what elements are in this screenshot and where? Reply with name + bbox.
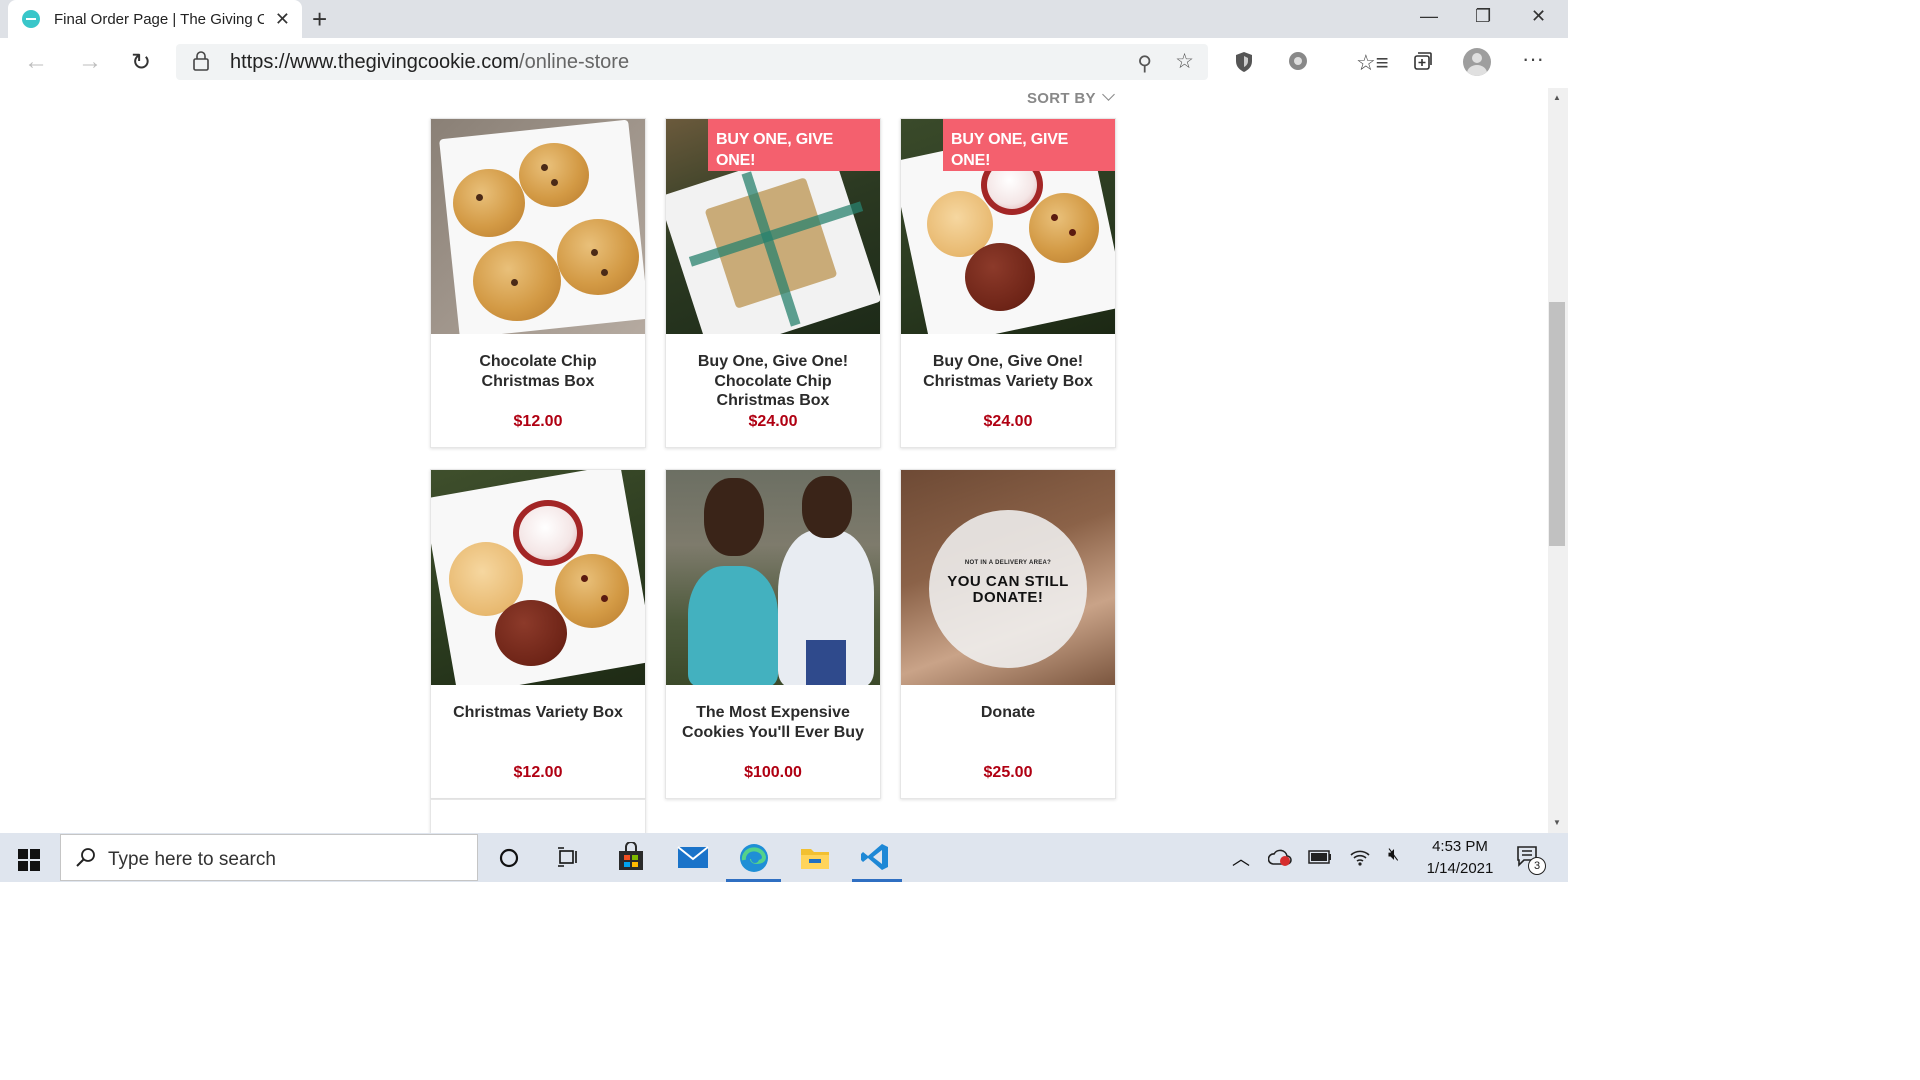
vscode-active-indicator — [852, 879, 902, 882]
product-card[interactable]: Christmas Variety Box $12.00 — [430, 469, 646, 799]
shield-extension-icon[interactable] — [1233, 50, 1255, 74]
back-arrow-icon[interactable]: ← — [24, 48, 48, 76]
tab-title: Final Order Page | The Giving Co — [54, 10, 264, 28]
product-name[interactable]: Donate — [909, 703, 1107, 723]
scroll-up-icon[interactable]: ▲ — [1553, 93, 1561, 102]
cortana-icon[interactable] — [498, 847, 520, 869]
product-name[interactable]: Buy One, Give One! Chocolate Chip Christ… — [674, 352, 872, 411]
show-hidden-icons-icon[interactable]: ︿ — [1232, 845, 1250, 871]
product-card[interactable]: The Most Expensive Cookies You'll Ever B… — [665, 469, 881, 799]
scroll-down-icon[interactable]: ▼ — [1553, 818, 1561, 827]
product-name[interactable]: Chocolate Chip Christmas Box — [439, 352, 637, 391]
address-bar[interactable]: https://www.thegivingcookie.com/online-s… — [176, 44, 1208, 80]
mail-icon[interactable] — [677, 844, 709, 870]
store-icon[interactable] — [616, 842, 646, 872]
favorites-list-icon[interactable]: ☆≡ — [1356, 50, 1389, 76]
promo-badge: BUY ONE, GIVE ONE! — [708, 119, 880, 171]
browser-tab-active[interactable]: Final Order Page | The Giving Co ✕ — [8, 0, 302, 38]
chevron-down-icon — [1101, 88, 1115, 101]
file-explorer-icon[interactable] — [800, 845, 830, 871]
url-text: https://www.thegivingcookie.com/online-s… — [230, 51, 630, 73]
windows-start-icon[interactable] — [18, 849, 40, 871]
refresh-icon[interactable]: ↻ — [131, 48, 151, 77]
new-tab-icon[interactable]: + — [312, 4, 327, 35]
vscode-icon[interactable] — [860, 842, 890, 872]
product-card[interactable]: Chocolate Chip Christmas Box $12.00 — [430, 118, 646, 448]
product-card[interactable]: BUY ONE, GIVE ONE! Buy One, Give One! Ch… — [900, 118, 1116, 448]
product-price: $25.00 — [983, 764, 1033, 781]
clock-time[interactable]: 4:53 PM — [1420, 838, 1500, 855]
product-name[interactable]: The Most Expensive Cookies You'll Ever B… — [674, 703, 872, 742]
product-price: $24.00 — [983, 413, 1033, 430]
battery-icon[interactable] — [1308, 850, 1332, 864]
product-image[interactable] — [431, 470, 645, 685]
scroll-thumb[interactable] — [1549, 302, 1565, 546]
product-image[interactable]: BUY ONE, GIVE ONE! — [901, 119, 1115, 334]
more-menu-icon[interactable]: ··· — [1522, 46, 1544, 72]
page-scrollbar[interactable]: ▲ ▼ — [1548, 88, 1568, 833]
product-image[interactable]: BUY ONE, GIVE ONE! — [666, 119, 880, 334]
donate-graphic: NOT IN A DELIVERY AREA? YOU CAN STILL DO… — [929, 510, 1087, 668]
address-toolbar: ← → ↻ https://www.thegivingcookie.com/on… — [0, 38, 1568, 89]
notification-count-badge: 3 — [1528, 857, 1546, 875]
volume-muted-icon[interactable]: 🔇︎ — [1388, 844, 1399, 865]
page-content: SORT BY Chocolate Chip Christmas Box $12… — [0, 88, 1548, 833]
clock-date[interactable]: 1/14/2021 — [1420, 860, 1500, 877]
edge-browser-icon[interactable] — [738, 842, 770, 874]
product-card[interactable]: NOT IN A DELIVERY AREA? YOU CAN STILL DO… — [900, 469, 1116, 799]
zoom-search-icon[interactable]: ⚲ — [1137, 51, 1152, 76]
product-price: $100.00 — [744, 764, 802, 781]
edge-active-indicator — [726, 879, 781, 882]
promo-badge: BUY ONE, GIVE ONE! — [943, 119, 1115, 171]
lock-icon — [193, 51, 209, 71]
search-placeholder: Type here to search — [108, 849, 276, 870]
collections-icon[interactable] — [1411, 50, 1433, 72]
task-view-icon[interactable] — [556, 846, 580, 870]
product-card[interactable]: BUY ONE, GIVE ONE! Buy One, Give One! Ch… — [665, 118, 881, 448]
tab-strip: Final Order Page | The Giving Co ✕ + — ❐… — [0, 0, 1568, 38]
product-image[interactable] — [666, 470, 880, 685]
onedrive-icon[interactable] — [1268, 848, 1292, 866]
product-card-partial[interactable] — [430, 799, 646, 833]
windows-taskbar: Type here to search ︿ 🔇︎ 4:53 PM 1/14/20… — [0, 833, 1568, 882]
forward-arrow-icon[interactable]: → — [78, 48, 102, 76]
gear-extension-icon[interactable] — [1287, 50, 1309, 72]
sort-by-dropdown[interactable]: SORT BY — [1027, 88, 1115, 107]
minimize-icon[interactable]: — — [1420, 6, 1438, 27]
favorite-star-icon[interactable]: ☆ — [1175, 49, 1194, 74]
product-price: $12.00 — [513, 413, 563, 430]
site-favicon-icon — [22, 10, 40, 28]
wifi-icon[interactable] — [1349, 847, 1371, 867]
restore-icon[interactable]: ❐ — [1475, 6, 1491, 27]
taskbar-search-box[interactable]: Type here to search — [60, 834, 478, 881]
close-tab-icon[interactable]: ✕ — [275, 9, 290, 30]
product-price: $24.00 — [748, 413, 798, 430]
product-image[interactable] — [431, 119, 645, 334]
product-price: $12.00 — [513, 764, 563, 781]
product-image[interactable]: NOT IN A DELIVERY AREA? YOU CAN STILL DO… — [901, 470, 1115, 685]
product-name[interactable]: Buy One, Give One! Christmas Variety Box — [909, 352, 1107, 391]
search-icon — [76, 848, 95, 867]
window-close-icon[interactable]: ✕ — [1531, 6, 1546, 27]
profile-avatar[interactable] — [1463, 48, 1491, 76]
product-name[interactable]: Christmas Variety Box — [439, 703, 637, 723]
